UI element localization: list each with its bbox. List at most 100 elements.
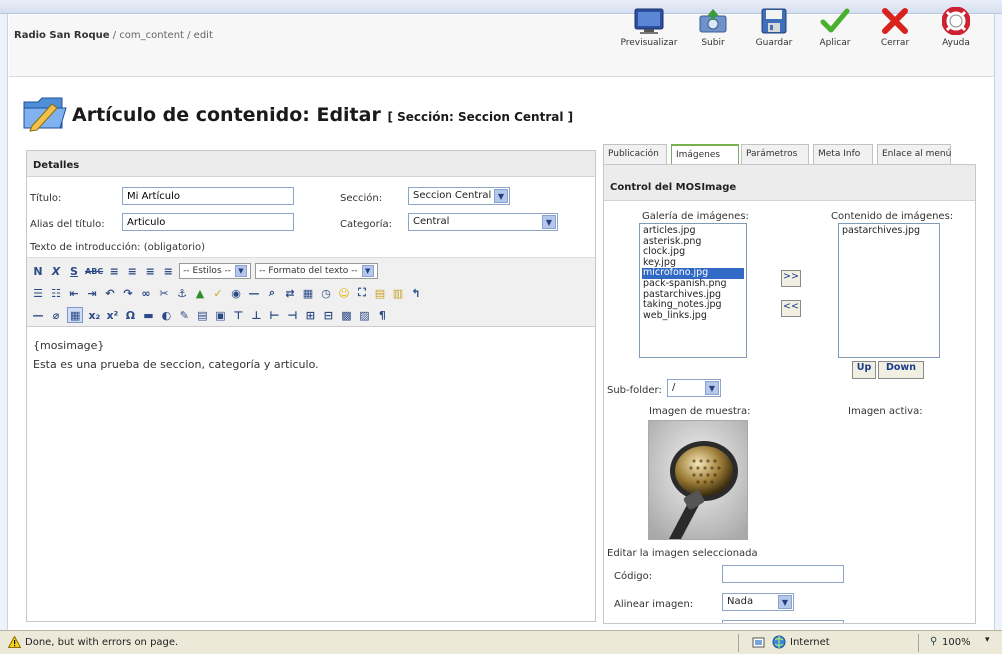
indent-icon[interactable]: ⇥: [85, 285, 99, 301]
move-up-button[interactable]: Up: [852, 361, 876, 379]
help-circle-icon[interactable]: ◉: [229, 285, 243, 301]
fullscreen-icon[interactable]: ⛶: [355, 285, 369, 301]
insert-row-icon[interactable]: ⊤: [231, 307, 245, 323]
sample-image-preview: [648, 420, 748, 540]
superscript-icon[interactable]: x²: [105, 307, 119, 323]
mosimage-panel: Control del MOSImage Galería de imágenes…: [603, 164, 976, 624]
list-item[interactable]: pack-spanish.png: [642, 278, 744, 290]
add-image-button[interactable]: >>: [781, 270, 801, 287]
tab-meta-info[interactable]: Meta Info: [813, 144, 873, 164]
align-left-icon[interactable]: ≡: [107, 263, 121, 279]
preview-icon: [632, 6, 666, 36]
emoticon-icon[interactable]: ☺: [337, 285, 351, 301]
zoom-icon[interactable]: ⚲: [930, 636, 937, 647]
subfolder-label: Sub-folder:: [607, 385, 662, 396]
layer-icon[interactable]: ▩: [339, 307, 353, 323]
merge-cells-icon[interactable]: ⊟: [321, 307, 335, 323]
editor-toolbar: N X S ABC ≡ ≡ ≡ ≡ -- Estilos -- ▼ -- Form…: [27, 257, 595, 327]
delete-row-icon[interactable]: ⊥: [249, 307, 263, 323]
upload-button[interactable]: Subir: [684, 6, 742, 58]
remove-format-icon[interactable]: ⌀: [49, 307, 63, 323]
hr-icon[interactable]: —: [247, 285, 261, 301]
status-bar: Done, but with errors on page. Internet …: [0, 630, 1002, 654]
apply-button[interactable]: Aplicar: [806, 6, 864, 58]
subfolder-select[interactable]: / ▼: [667, 379, 721, 397]
redo-icon[interactable]: ↷: [121, 285, 135, 301]
image-icon[interactable]: ▲: [193, 285, 207, 301]
absolute-icon[interactable]: ▨: [357, 307, 371, 323]
replace-icon[interactable]: ⇄: [283, 285, 297, 301]
zoom-dropdown-icon[interactable]: ▾: [985, 635, 990, 645]
codigo-input[interactable]: [722, 565, 844, 583]
media-icon[interactable]: ▬: [141, 307, 155, 323]
chevron-down-icon: ▼: [542, 215, 556, 229]
remove-image-button[interactable]: <<: [781, 300, 801, 317]
preview-button[interactable]: Previsualizar: [620, 6, 678, 58]
titulo-input[interactable]: [122, 187, 294, 205]
alias-input[interactable]: [122, 213, 294, 231]
align-justify-icon[interactable]: ≡: [161, 263, 175, 279]
split-cells-icon[interactable]: ⊞: [303, 307, 317, 323]
underline-button[interactable]: S: [67, 263, 81, 279]
flash-icon[interactable]: ◐: [159, 307, 173, 323]
paste-word-icon[interactable]: ▥: [391, 285, 405, 301]
seccion-select[interactable]: Seccion Central ▼: [408, 187, 510, 205]
table-icon[interactable]: ▤: [195, 307, 209, 323]
next-field-input[interactable]: [722, 620, 844, 623]
cleanup-icon[interactable]: ✓: [211, 285, 225, 301]
list-item[interactable]: pastarchives.jpg: [841, 225, 937, 237]
breadcrumb: Radio San Roque / com_content / edit: [14, 30, 213, 41]
select-all-icon[interactable]: ↰: [409, 285, 423, 301]
help-button[interactable]: Ayuda: [927, 6, 985, 58]
special-char-icon[interactable]: Ω: [123, 307, 137, 323]
paste-icon[interactable]: ▤: [373, 285, 387, 301]
tab-publicacion[interactable]: Publicación: [603, 144, 667, 164]
editor-content-area[interactable]: {mosimage} Esta es una prueba de seccion…: [27, 328, 595, 621]
editor-text-line: Esta es una prueba de seccion, categoría…: [33, 358, 319, 371]
categoria-select[interactable]: Central ▼: [408, 213, 558, 231]
gallery-listbox[interactable]: articles.jpg asterisk.png clock.jpg key.jpg…: [639, 223, 747, 358]
warning-icon[interactable]: [7, 635, 22, 651]
search-icon[interactable]: ⌕: [265, 285, 279, 301]
subscript-icon[interactable]: x₂: [87, 307, 101, 323]
close-button[interactable]: Cerrar: [866, 6, 924, 58]
format-select[interactable]: -- Formato del texto -- ▼: [254, 263, 378, 279]
active-image-label: Imagen activa:: [848, 406, 923, 417]
undo-icon[interactable]: ↶: [103, 285, 117, 301]
list-item[interactable]: web_links.jpg: [642, 310, 744, 322]
tab-enlace-menu[interactable]: Enlace al menú: [877, 144, 951, 164]
link-icon[interactable]: ∞: [139, 285, 153, 301]
horizontal-rule-icon[interactable]: —: [31, 307, 45, 323]
bold-button[interactable]: N: [31, 263, 45, 279]
outdent-icon[interactable]: ⇤: [67, 285, 81, 301]
styles-select[interactable]: -- Estilos -- ▼: [179, 263, 251, 279]
delete-col-icon[interactable]: ⊣: [285, 307, 299, 323]
styles-select-value: -- Estilos --: [183, 266, 231, 276]
list-item[interactable]: articles.jpg: [642, 225, 744, 237]
content-listbox[interactable]: pastarchives.jpg: [838, 223, 940, 358]
save-icon: [757, 6, 791, 36]
numbered-list-icon[interactable]: ☷: [49, 285, 63, 301]
date-icon[interactable]: ▦: [301, 285, 315, 301]
status-separator: [738, 634, 739, 652]
save-button[interactable]: Guardar: [745, 6, 803, 58]
align-select[interactable]: Nada ▼: [722, 593, 794, 611]
table-props-icon[interactable]: ▣: [213, 307, 227, 323]
edit-css-icon[interactable]: ✎: [177, 307, 191, 323]
ltr-icon[interactable]: ¶: [375, 307, 389, 323]
anchor-icon[interactable]: ⚓: [175, 285, 189, 301]
align-right-icon[interactable]: ≡: [143, 263, 157, 279]
italic-button[interactable]: X: [49, 263, 63, 279]
time-icon[interactable]: ◷: [319, 285, 333, 301]
move-down-button[interactable]: Down: [878, 361, 924, 379]
strikethrough-button[interactable]: ABC: [85, 263, 103, 279]
tab-imagenes[interactable]: Imágenes: [671, 144, 739, 165]
tab-parametros[interactable]: Parámetros: [741, 144, 809, 164]
zoom-level[interactable]: 100%: [942, 637, 971, 648]
visual-aid-icon[interactable]: ▦: [67, 307, 84, 323]
align-center-icon[interactable]: ≡: [125, 263, 139, 279]
insert-col-icon[interactable]: ⊢: [267, 307, 281, 323]
unlink-icon[interactable]: ✂: [157, 285, 171, 301]
details-heading: Detalles: [27, 151, 595, 177]
bullet-list-icon[interactable]: ☰: [31, 285, 45, 301]
